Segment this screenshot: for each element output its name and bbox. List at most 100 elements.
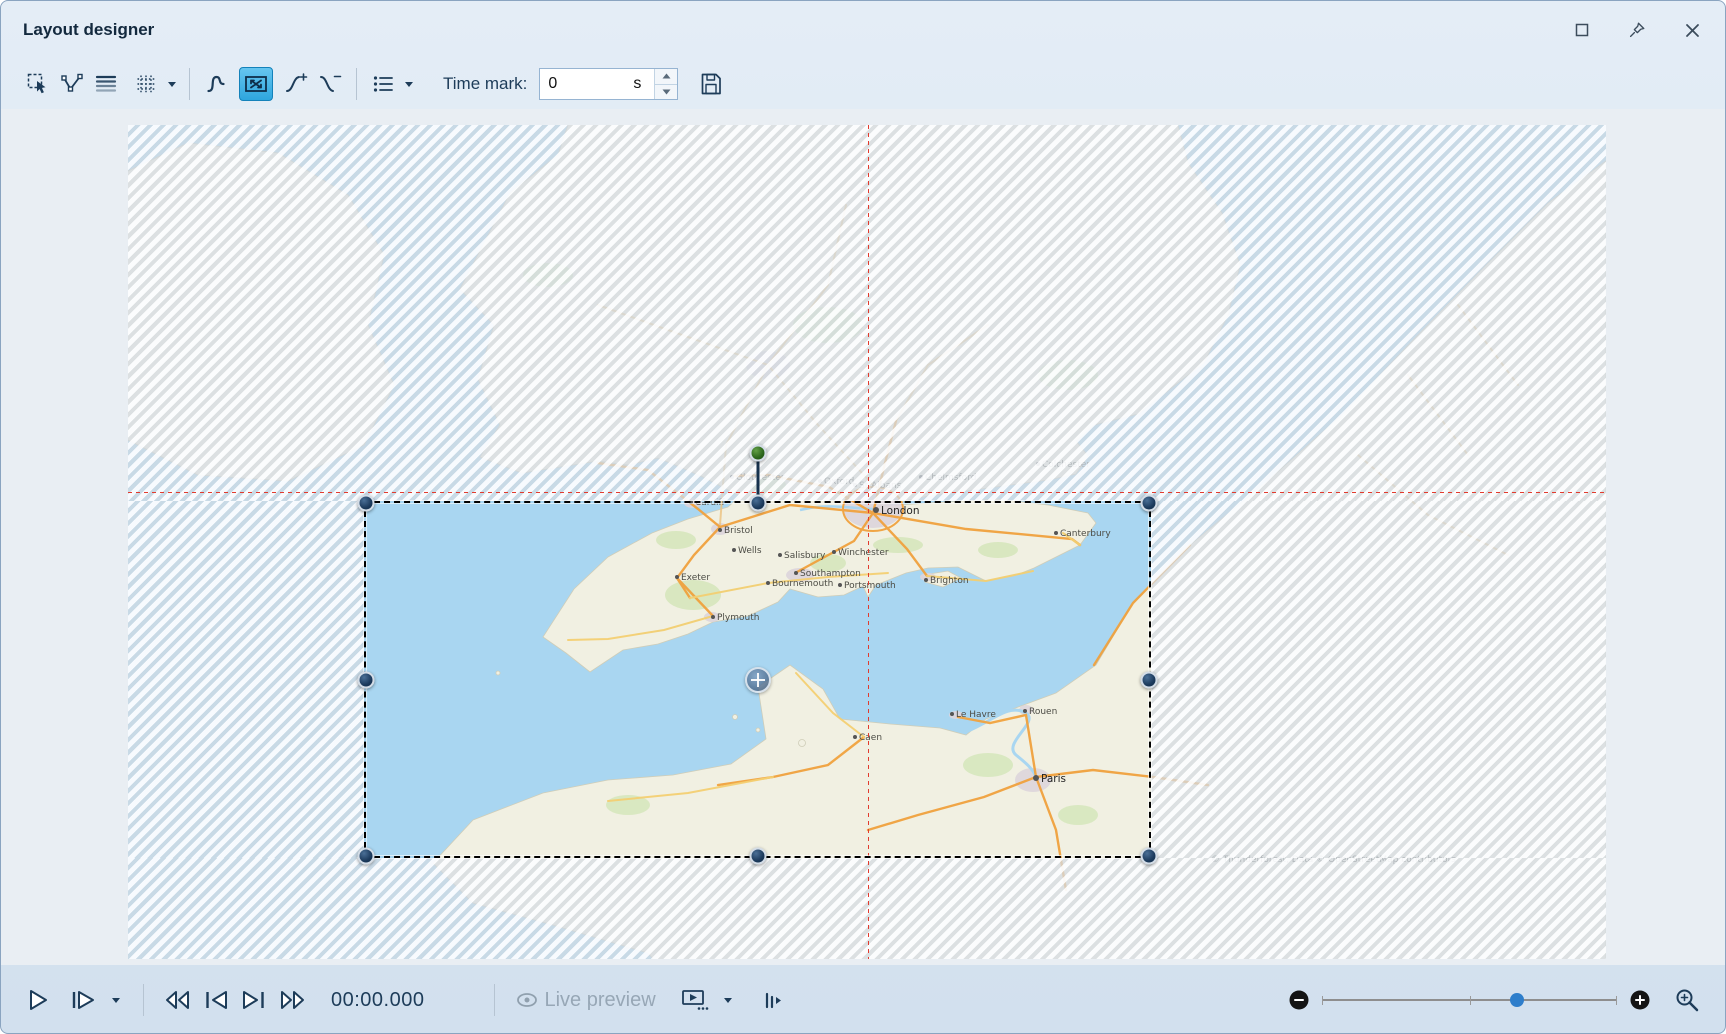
frame-mode-icon [243, 71, 269, 97]
time-display: 00:00.000 [331, 989, 424, 1012]
chevron-down-icon [723, 996, 733, 1004]
zoom-slider-thumb[interactable] [1510, 993, 1524, 1007]
chevron-down-icon [111, 996, 121, 1004]
element-list-button[interactable] [366, 67, 400, 101]
titlebar: Layout designer [1, 1, 1725, 59]
play-from-mark-button[interactable] [69, 987, 97, 1013]
play-button[interactable] [25, 987, 51, 1013]
curve-remove-icon [317, 71, 343, 97]
resize-handle-e[interactable] [1141, 671, 1158, 688]
resize-handle-sw[interactable] [358, 848, 375, 865]
resize-handle-ne[interactable] [1141, 495, 1158, 512]
masked-region-bottom [128, 858, 1606, 959]
curve-add-icon [283, 71, 309, 97]
fast-forward-button[interactable] [277, 987, 307, 1013]
zoom-in-button[interactable] [1629, 989, 1651, 1011]
chevron-down-icon [404, 80, 414, 88]
fast-forward-icon [277, 987, 307, 1013]
resize-handle-s[interactable] [749, 848, 766, 865]
curve-remove-button[interactable] [313, 67, 347, 101]
nodes-tool-button[interactable] [55, 67, 89, 101]
maximize-icon [1574, 22, 1590, 38]
time-mark-spin-down[interactable] [655, 84, 677, 100]
preview-display-icon [680, 987, 710, 1013]
preview-display-button[interactable] [680, 987, 710, 1013]
zoom-tick [1322, 996, 1323, 1005]
live-preview-label: Live preview [544, 989, 655, 1012]
toolbar: Time mark: s [1, 59, 1725, 109]
time-mark-spin-up[interactable] [655, 69, 677, 84]
resize-handle-se[interactable] [1141, 848, 1158, 865]
spin-down-icon [662, 89, 671, 95]
masked-region-right [1151, 501, 1606, 858]
transport-bar: 00:00.000 Live preview [1, 965, 1725, 1034]
live-preview-toggle[interactable]: Live preview [514, 987, 663, 1013]
chevron-down-icon [167, 80, 177, 88]
zoom-slider[interactable] [1322, 993, 1617, 1007]
skip-to-start-button[interactable] [203, 987, 230, 1013]
window-controls [1572, 19, 1703, 41]
skip-to-end-button[interactable] [240, 987, 267, 1013]
pin-icon [1628, 21, 1646, 39]
rotate-handle[interactable] [749, 445, 766, 462]
layers-icon [93, 71, 119, 97]
grid-icon [133, 71, 159, 97]
resize-handle-nw[interactable] [358, 495, 375, 512]
spin-up-icon [662, 73, 671, 79]
move-handle[interactable] [745, 667, 771, 693]
zoom-tick [1470, 996, 1471, 1005]
video-frame: Gloucester Oxford St Albans London Chelm… [128, 125, 1606, 959]
layout-designer-window: Layout designer [0, 0, 1726, 1034]
transport-separator [494, 984, 495, 1016]
curve-tool-button[interactable] [199, 67, 233, 101]
grid-button[interactable] [129, 67, 163, 101]
element-list-dropdown[interactable] [400, 67, 417, 101]
close-button[interactable] [1682, 20, 1703, 41]
maximize-button[interactable] [1572, 20, 1592, 40]
preview-display-dropdown[interactable] [720, 983, 737, 1017]
frame-mode-button[interactable] [239, 67, 273, 101]
window-title: Layout designer [23, 20, 154, 40]
toolbar-separator [356, 68, 357, 100]
fast-rewind-button[interactable] [163, 987, 193, 1013]
zoom-controls [1288, 986, 1701, 1014]
play-from-mark-icon [69, 987, 97, 1013]
curve-add-button[interactable] [279, 67, 313, 101]
list-icon [370, 71, 396, 97]
zoom-tick [1616, 996, 1617, 1005]
designer-canvas[interactable]: Gloucester Oxford St Albans London Chelm… [1, 109, 1725, 965]
guide-horizontal [128, 492, 1606, 493]
skip-to-start-icon [203, 987, 230, 1013]
masked-region-left [128, 501, 364, 858]
time-mark-label: Time mark: [443, 74, 527, 94]
play-options-dropdown[interactable] [107, 983, 124, 1017]
smooth-curve-icon [203, 71, 229, 97]
select-tool-button[interactable] [21, 67, 55, 101]
save-button[interactable] [694, 67, 728, 101]
masked-region-top [128, 125, 1606, 501]
live-preview-icon [514, 987, 540, 1013]
toolbar-separator [189, 68, 190, 100]
time-mark-spinner [654, 69, 677, 99]
time-mark-input[interactable] [540, 69, 620, 99]
bars-play-icon [761, 987, 783, 1013]
skip-to-end-icon [240, 987, 267, 1013]
select-tool-icon [25, 71, 51, 97]
save-icon [698, 71, 724, 97]
grid-options-dropdown[interactable] [163, 67, 180, 101]
magnifier-icon [1673, 986, 1701, 1014]
zoom-fit-button[interactable] [1673, 986, 1701, 1014]
nodes-tool-icon [59, 71, 85, 97]
play-icon [25, 987, 51, 1013]
selection-box[interactable] [364, 501, 1151, 858]
layers-button[interactable] [89, 67, 123, 101]
playback-options-button[interactable] [761, 987, 783, 1013]
pin-button[interactable] [1626, 19, 1648, 41]
resize-handle-w[interactable] [358, 671, 375, 688]
close-icon [1684, 22, 1701, 39]
zoom-out-button[interactable] [1288, 989, 1310, 1011]
resize-handle-n[interactable] [749, 495, 766, 512]
fast-rewind-icon [163, 987, 193, 1013]
zoom-out-icon [1288, 989, 1310, 1011]
time-mark-field: s [539, 68, 678, 100]
